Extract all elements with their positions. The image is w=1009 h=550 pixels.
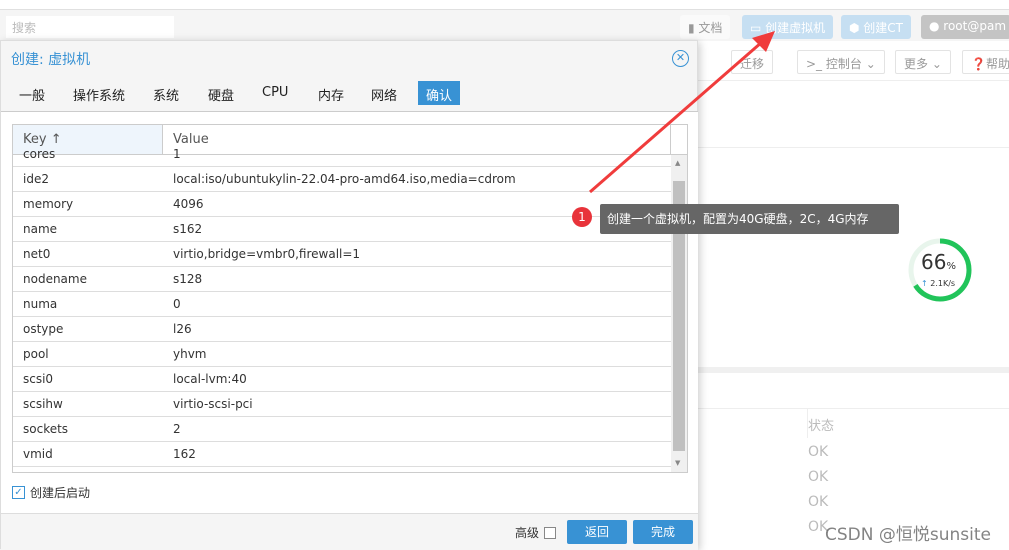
help-button[interactable]: ❓帮助 xyxy=(962,50,1009,74)
help-icon: ❓ xyxy=(971,57,986,71)
tab-3[interactable]: 硬盘 xyxy=(200,81,242,105)
value-cell: virtio,bridge=vmbr0,firewall=1 xyxy=(173,247,361,261)
user-menu[interactable]: ● root@pam xyxy=(921,15,1009,39)
scroll-down-icon: ▼ xyxy=(675,459,681,467)
finish-button[interactable]: 完成 xyxy=(633,520,693,544)
table-row[interactable]: nodename s128 xyxy=(13,267,671,292)
cube-icon: ⬢ xyxy=(849,21,864,35)
migrate-label: 迁移 xyxy=(740,57,765,71)
tab-5[interactable]: 内存 xyxy=(310,81,352,105)
value-cell: 2 xyxy=(173,422,181,436)
checkbox-unchecked-icon[interactable] xyxy=(544,526,557,539)
tab-0[interactable]: 一般 xyxy=(11,81,53,105)
dialog-title: 创建: 虚拟机 xyxy=(11,52,91,68)
create-vm-dialog: 创建: 虚拟机 ✕ 一般 操作系统 系统 硬盘 CPU 内存 网络 确认 Key ↑ Valu… xyxy=(0,40,698,550)
user-label: root@pam xyxy=(943,19,1007,33)
divider xyxy=(698,147,1009,148)
start-after-label: 创建后启动 xyxy=(30,486,91,500)
console-label: 控制台 xyxy=(825,57,862,71)
monitor-icon: ▭ xyxy=(750,21,766,35)
book-icon: ▮ xyxy=(688,21,699,35)
usage-gauge: 66% ↑ 2.1K/s xyxy=(907,237,973,303)
key-cell: pool xyxy=(23,347,49,361)
key-cell: cores xyxy=(23,147,56,161)
annotation-callout: 创建一个虚拟机，配置为40G硬盘，2C，4G内存 xyxy=(600,204,899,234)
key-cell: memory xyxy=(23,197,74,211)
table-row[interactable]: cores 1 xyxy=(13,142,671,167)
value-cell: virtio-scsi-pci xyxy=(173,397,253,411)
search-input[interactable]: 搜索 xyxy=(6,16,174,38)
start-after-create-checkbox[interactable]: ✓ 创建后启动 xyxy=(12,484,90,501)
divider xyxy=(698,367,1009,373)
table-row[interactable]: ostype l26 xyxy=(13,317,671,342)
value-cell: local-lvm:40 xyxy=(173,372,247,386)
watermark: CSDN @恒悦sunsite xyxy=(825,525,991,545)
key-cell: scsihw xyxy=(23,397,63,411)
user-icon: ● xyxy=(929,19,944,33)
migrate-button[interactable]: 迁移 xyxy=(731,50,774,74)
gauge-rate: ↑ 2.1K/s xyxy=(921,279,956,288)
create-ct-button[interactable]: ⬢ 创建CT xyxy=(841,15,912,39)
advanced-checkbox[interactable]: 高级 xyxy=(515,524,557,541)
value-cell: local:iso/ubuntukylin-22.04-pro-amd64.is… xyxy=(173,172,516,186)
key-cell: vmid xyxy=(23,447,53,461)
table-row[interactable]: scsihw virtio-scsi-pci xyxy=(13,392,671,417)
more-button[interactable]: 更多 ⌄ xyxy=(895,50,951,74)
table-row[interactable]: net0 virtio,bridge=vmbr0,firewall=1 xyxy=(13,242,671,267)
close-icon[interactable]: ✕ xyxy=(672,50,689,67)
create-vm-label: 创建虚拟机 xyxy=(765,21,826,35)
value-cell: 0 xyxy=(173,297,181,311)
terminal-icon: >_ xyxy=(806,57,826,71)
table-row[interactable]: scsi0 local-lvm:40 xyxy=(13,367,671,392)
advanced-label: 高级 xyxy=(515,526,540,540)
arrow-up-icon: ↑ xyxy=(921,279,928,288)
status-column-header[interactable]: 状态 xyxy=(808,415,834,434)
table-row[interactable]: pool yhvm xyxy=(13,342,671,367)
help-label: 帮助 xyxy=(985,57,1009,71)
key-cell: nodename xyxy=(23,272,87,286)
tab-6[interactable]: 网络 xyxy=(363,81,405,105)
table-row[interactable]: numa 0 xyxy=(13,292,671,317)
key-cell: ide2 xyxy=(23,172,49,186)
table-row[interactable]: vmid 162 xyxy=(13,442,671,467)
key-cell: numa xyxy=(23,297,58,311)
tab-4[interactable]: CPU xyxy=(254,81,296,105)
value-cell: 162 xyxy=(173,447,196,461)
create-ct-label: 创建CT xyxy=(863,21,904,35)
status-cell: OK xyxy=(808,444,829,460)
divider xyxy=(698,80,1009,81)
scrollbar[interactable]: ▲ ▼ xyxy=(671,155,687,472)
back-button[interactable]: 返回 xyxy=(567,520,627,544)
key-cell: name xyxy=(23,222,58,236)
key-cell: ostype xyxy=(23,322,64,336)
tab-1[interactable]: 操作系统 xyxy=(65,81,133,105)
dialog-body: Key ↑ Value cores 1 ide2 local:iso/ubuntuky… xyxy=(1,111,698,513)
docs-button[interactable]: ▮ 文档 xyxy=(680,15,731,39)
key-cell: scsi0 xyxy=(23,372,54,386)
status-cell: OK xyxy=(808,494,829,510)
tab-7[interactable]: 确认 xyxy=(418,81,461,105)
value-cell: yhvm xyxy=(173,347,207,361)
tab-2[interactable]: 系统 xyxy=(145,81,187,105)
scroll-up-icon: ▲ xyxy=(675,159,681,167)
value-cell: 1 xyxy=(173,147,181,161)
value-cell: s128 xyxy=(173,272,203,286)
docs-label: 文档 xyxy=(698,21,723,35)
summary-grid: Key ↑ Value cores 1 ide2 local:iso/ubuntuky… xyxy=(12,124,688,473)
key-cell: net0 xyxy=(23,247,51,261)
value-cell: 4096 xyxy=(173,197,204,211)
table-row[interactable]: ide2 local:iso/ubuntukylin-22.04-pro-amd6… xyxy=(13,167,671,192)
create-vm-button[interactable]: ▭ 创建虚拟机 xyxy=(742,15,834,39)
key-cell: sockets xyxy=(23,422,69,436)
console-button[interactable]: >_ 控制台 ⌄ xyxy=(797,50,885,74)
gauge-percent: 66% xyxy=(921,250,956,274)
value-cell: l26 xyxy=(173,322,192,336)
more-label: 更多 xyxy=(904,57,929,71)
annotation-badge: 1 xyxy=(572,207,592,227)
status-cell: OK xyxy=(808,469,829,485)
dialog-footer: 高级 返回 完成 xyxy=(1,513,698,550)
value-cell: s162 xyxy=(173,222,203,236)
table-row[interactable]: sockets 2 xyxy=(13,417,671,442)
checkbox-checked-icon[interactable]: ✓ xyxy=(12,486,25,499)
